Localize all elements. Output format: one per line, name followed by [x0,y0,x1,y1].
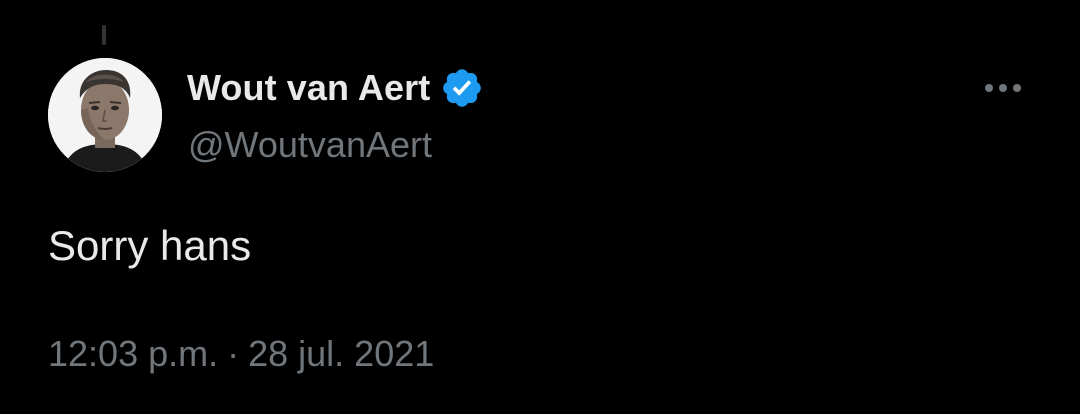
avatar-photo [48,58,162,172]
more-options-button[interactable] [978,70,1028,106]
author-name-row[interactable]: Wout van Aert [187,64,484,112]
author-handle[interactable]: @WoutvanAert [188,124,432,166]
more-horizontal-icon [985,84,1021,92]
tweet-timestamp[interactable]: 12:03 p.m. · 28 jul. 2021 [48,333,434,375]
avatar[interactable] [48,58,162,172]
tweet-detail: Wout van Aert @WoutvanAert Sorry hans 12… [0,0,1080,414]
meta-separator: · [227,333,240,374]
verified-badge-icon [440,66,484,110]
thread-connector-line [102,25,106,45]
tweet-time[interactable]: 12:03 p.m. [48,333,218,375]
tweet-date[interactable]: 28 jul. 2021 [248,333,434,375]
author-display-name[interactable]: Wout van Aert [187,67,430,109]
tweet-text: Sorry hans [48,222,252,269]
